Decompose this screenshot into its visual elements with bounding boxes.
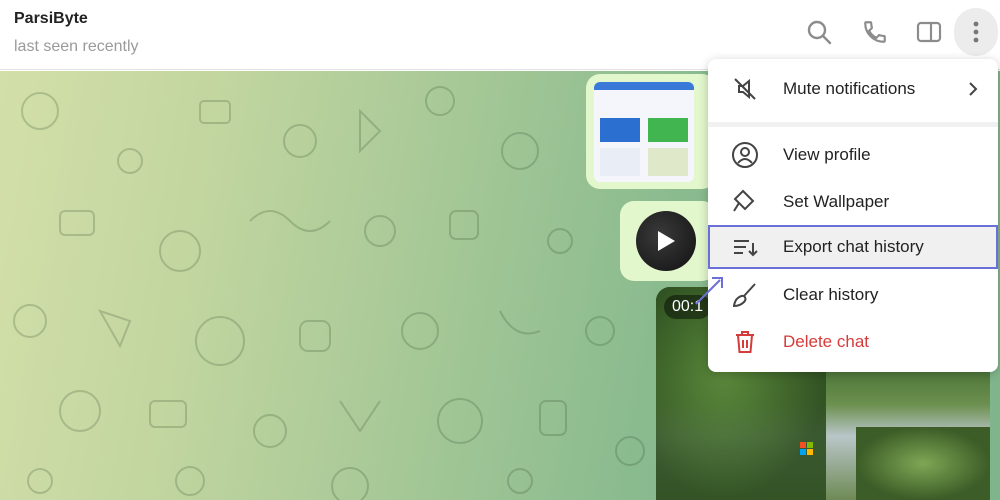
video-watermark-logo (800, 442, 813, 455)
play-icon[interactable] (655, 229, 677, 253)
trash-icon (730, 327, 760, 357)
sidebar-toggle-icon (916, 21, 942, 43)
menu-item-delete-chat[interactable]: Delete chat (708, 320, 998, 364)
menu-item-label: View profile (783, 145, 871, 164)
profile-icon (730, 140, 760, 170)
search-icon (807, 20, 832, 45)
call-button[interactable] (860, 17, 890, 47)
annotation-arrow-icon (695, 277, 723, 305)
chat-status: last seen recently (14, 38, 139, 55)
menu-item-label: Delete chat (783, 332, 869, 351)
more-vertical-icon (973, 21, 979, 43)
menu-item-label: Export chat history (783, 237, 924, 256)
paint-bucket-icon (730, 187, 760, 217)
chat-options-menu: Mute notifications View profile Set Wall… (708, 59, 998, 372)
chat-title[interactable]: ParsiByte (14, 10, 88, 28)
menu-item-label: Clear history (783, 285, 879, 304)
menu-item-label: Mute notifications (783, 79, 916, 98)
more-button[interactable] (954, 8, 998, 56)
phone-icon (864, 21, 886, 43)
video-note-message[interactable] (620, 201, 716, 281)
menu-item-set-wallpaper[interactable]: Set Wallpaper (708, 180, 998, 224)
broom-icon (730, 280, 760, 310)
sidebar-toggle-button[interactable] (914, 17, 944, 47)
menu-item-label: Set Wallpaper (783, 192, 890, 211)
menu-item-view-profile[interactable]: View profile (708, 133, 998, 177)
menu-item-clear-history[interactable]: Clear history (708, 273, 998, 317)
export-list-icon (730, 232, 760, 262)
video-note-thumbnail[interactable] (636, 211, 696, 271)
menu-separator (708, 122, 998, 127)
chevron-right-icon (966, 82, 980, 96)
photo-message[interactable] (586, 74, 716, 189)
mute-icon (730, 74, 760, 104)
menu-item-export-chat-history[interactable]: Export chat history (708, 225, 998, 269)
photo-thumbnail[interactable] (594, 82, 694, 182)
search-button[interactable] (804, 17, 834, 47)
menu-item-mute-notifications[interactable]: Mute notifications (708, 67, 998, 111)
